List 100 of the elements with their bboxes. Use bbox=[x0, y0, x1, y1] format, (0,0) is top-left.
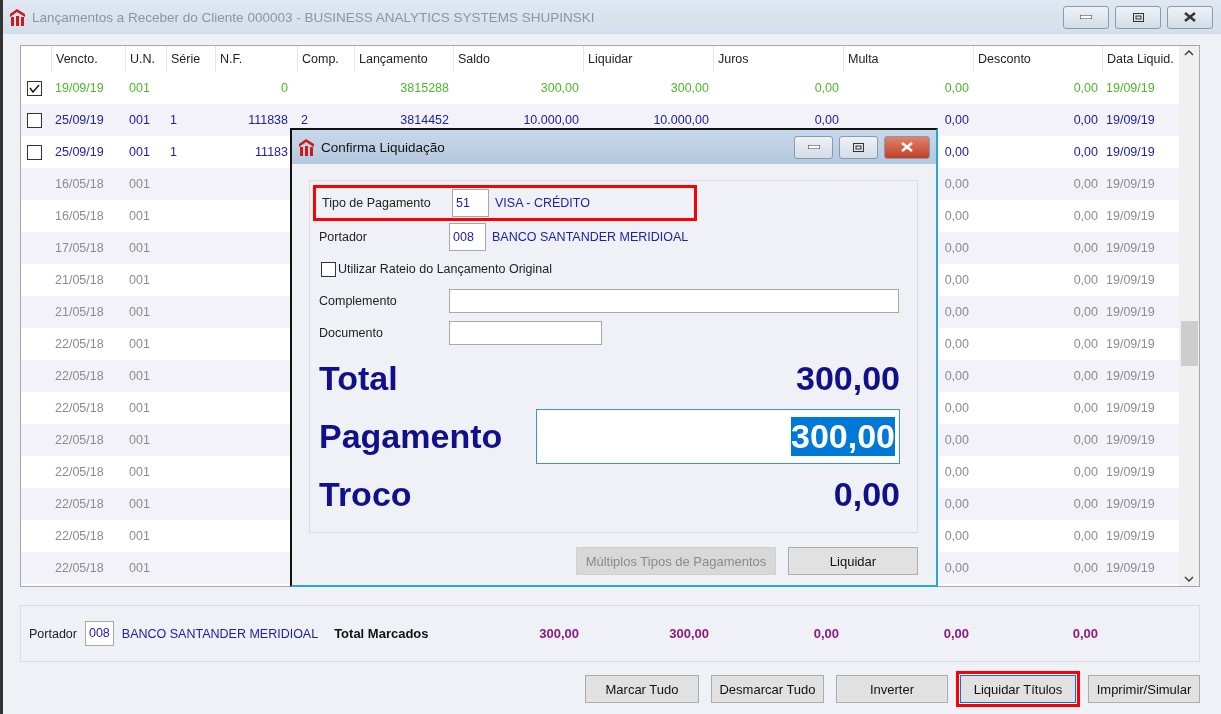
table-cell-text: 001 bbox=[128, 401, 151, 415]
table-cell-text: 0,00 bbox=[1072, 177, 1099, 191]
table-cell-text: 19/09/19 bbox=[54, 81, 105, 95]
table-cell-text: 001 bbox=[128, 177, 151, 191]
field-label: Documento bbox=[319, 326, 384, 340]
total-value: 0,00 bbox=[813, 626, 840, 641]
table-cell-text: 0,00 bbox=[1072, 305, 1099, 319]
amount-label: Troco bbox=[319, 474, 412, 514]
action-button[interactable]: Marcar Tudo bbox=[585, 675, 699, 703]
close-button[interactable] bbox=[1167, 5, 1213, 29]
table-cell-text: 001 bbox=[128, 433, 151, 447]
table-cell-text: 001 bbox=[128, 273, 151, 287]
maximize-icon bbox=[853, 142, 864, 152]
code-field[interactable]: 008 bbox=[449, 223, 486, 251]
table-cell-text: 0,00 bbox=[1072, 81, 1099, 95]
table-cell-text: 0,00 bbox=[813, 81, 840, 95]
row-checkbox[interactable] bbox=[27, 80, 42, 96]
total-value: 0,00 bbox=[1072, 626, 1099, 641]
table-cell-text: 19/09/19 bbox=[1105, 561, 1156, 575]
table-cell-text: 11183 bbox=[254, 145, 289, 159]
code-field[interactable]: 51 bbox=[452, 189, 489, 217]
table-cell-text: 001 bbox=[128, 369, 151, 383]
table-cell-text: 0,00 bbox=[943, 433, 970, 447]
table-cell-text: 0,00 bbox=[813, 113, 840, 127]
text-field[interactable] bbox=[449, 321, 602, 345]
action-button[interactable]: Desmarcar Tudo bbox=[711, 675, 824, 703]
close-icon bbox=[1184, 12, 1196, 22]
amount-label: Total bbox=[319, 358, 398, 398]
checkbox[interactable] bbox=[321, 261, 336, 277]
portador-name: BANCO SANTANDER MERIDIOAL bbox=[121, 626, 319, 641]
total-value: 0,00 bbox=[943, 626, 970, 641]
table-cell-text: 001 bbox=[128, 561, 151, 575]
table-cell-text: 0,00 bbox=[943, 369, 970, 383]
field-label: Complemento bbox=[319, 294, 398, 308]
maximize-icon bbox=[1132, 12, 1144, 22]
action-button[interactable]: Inverter bbox=[836, 675, 948, 703]
table-cell-text: 19/09/19 bbox=[1105, 305, 1156, 319]
table-cell-text: 1 bbox=[169, 113, 178, 127]
table-cell-text: 0,00 bbox=[943, 305, 970, 319]
table-cell-text: 19/09/19 bbox=[1105, 529, 1156, 543]
table-cell-text: 22/05/18 bbox=[54, 465, 105, 479]
table-cell-text: 19/09/19 bbox=[1105, 81, 1156, 95]
scroll-up-icon[interactable] bbox=[1184, 50, 1194, 56]
row-checkbox[interactable] bbox=[27, 144, 42, 160]
table-cell-text: 001 bbox=[128, 81, 151, 95]
text-field[interactable] bbox=[449, 289, 899, 313]
minimize-button[interactable] bbox=[794, 135, 833, 159]
portador-code-field[interactable]: 008 bbox=[84, 621, 114, 646]
table-cell-text: 001 bbox=[128, 337, 151, 351]
table-cell-text: 21/05/18 bbox=[54, 305, 105, 319]
dialog-button[interactable]: Liquidar bbox=[788, 547, 918, 575]
table-cell-text: 10.000,00 bbox=[522, 113, 580, 127]
table-cell-text: 25/09/19 bbox=[54, 113, 105, 127]
table-cell-text: 001 bbox=[128, 465, 151, 479]
table-cell-text: 0,00 bbox=[943, 497, 970, 511]
table-cell-text: 0,00 bbox=[1072, 401, 1099, 415]
payment-field[interactable]: 300,00 bbox=[536, 408, 900, 464]
close-button[interactable] bbox=[884, 135, 930, 159]
field-label: Portador bbox=[319, 230, 368, 244]
table-cell-text: 10.000,00 bbox=[652, 113, 710, 127]
table-cell-text: 17/05/18 bbox=[54, 241, 105, 255]
table-cell-text: 19/09/19 bbox=[1105, 177, 1156, 191]
action-button[interactable]: Imprimir/Simular bbox=[1088, 675, 1200, 703]
table-cell-text: 0,00 bbox=[943, 561, 970, 575]
table-cell-text: 001 bbox=[128, 145, 151, 159]
table-cell-text: 16/05/18 bbox=[54, 177, 105, 191]
table-cell-text: 22/05/18 bbox=[54, 561, 105, 575]
total-value: 300,00 bbox=[669, 626, 710, 641]
table-cell-text: 19/09/19 bbox=[1105, 369, 1156, 383]
total-label: Total Marcados bbox=[334, 626, 429, 641]
row-checkbox[interactable] bbox=[27, 112, 42, 128]
table-cell-text: 0,00 bbox=[943, 337, 970, 351]
table-cell-text: 0,00 bbox=[1072, 337, 1099, 351]
table-cell-text: 0,00 bbox=[943, 529, 970, 543]
table-cell-text: 0,00 bbox=[1072, 561, 1099, 575]
minimize-button[interactable] bbox=[1063, 5, 1109, 29]
table-cell-text: 300,00 bbox=[539, 81, 580, 95]
table-cell-text: 21/05/18 bbox=[54, 273, 105, 287]
dialog-title: Confirma Liquidação bbox=[321, 139, 446, 155]
code-description: VISA - CRÉDITO bbox=[495, 196, 590, 210]
table-cell-text: 300,00 bbox=[669, 81, 710, 95]
scrollbar[interactable] bbox=[1179, 46, 1199, 586]
table-cell-text: 001 bbox=[128, 497, 151, 511]
checkbox-label: Utilizar Rateio do Lançamento Original bbox=[338, 262, 552, 276]
maximize-button[interactable] bbox=[1115, 5, 1161, 29]
table-cell-text: 22/05/18 bbox=[54, 497, 105, 511]
table-cell-text: 0,00 bbox=[1072, 433, 1099, 447]
table-cell-text: 0,00 bbox=[943, 465, 970, 479]
table-cell-text: 19/09/19 bbox=[1105, 497, 1156, 511]
scroll-thumb[interactable] bbox=[1180, 321, 1198, 366]
table-cell-text: 0,00 bbox=[1072, 497, 1099, 511]
table-cell-text: 111838 bbox=[247, 113, 289, 127]
table-cell-text: 0,00 bbox=[943, 177, 970, 191]
table-cell-text: 001 bbox=[128, 113, 151, 127]
scroll-down-icon[interactable] bbox=[1184, 576, 1194, 582]
table-cell-text: 22/05/18 bbox=[54, 337, 105, 351]
table-cell-text: 19/09/19 bbox=[1105, 241, 1156, 255]
portador-label: Portador bbox=[29, 626, 77, 641]
maximize-button[interactable] bbox=[839, 135, 878, 159]
table-cell-text: 19/09/19 bbox=[1105, 273, 1156, 287]
